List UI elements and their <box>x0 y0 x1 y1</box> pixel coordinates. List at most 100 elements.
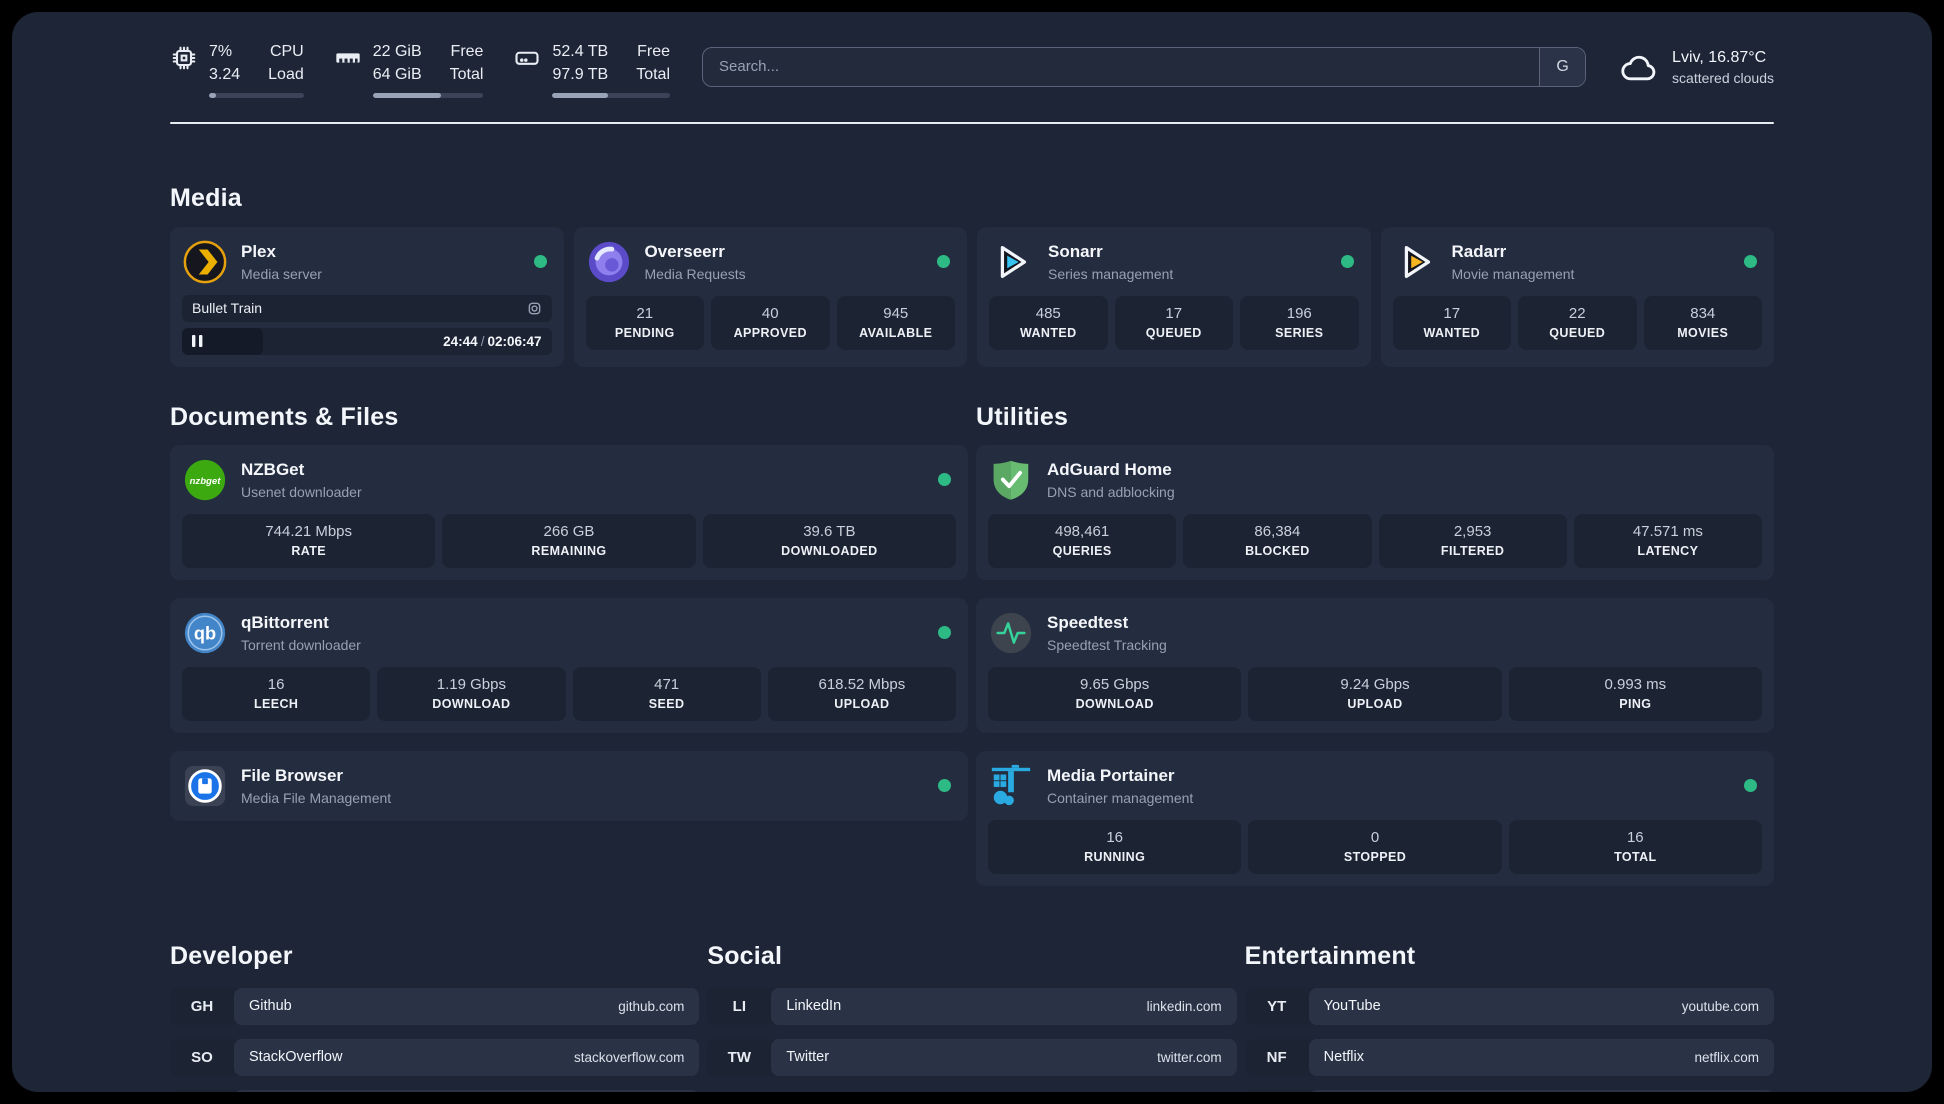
system-stats: 7% 3.24 CPU Load 22 GiB 64 GiB Free Tota… <box>170 42 670 98</box>
netflix-abbr-icon: NF <box>1266 1048 1287 1066</box>
youtube-abbr-icon: YT <box>1267 997 1287 1015</box>
link-linkedin[interactable]: LI LinkedIn linkedin.com <box>707 987 1237 1025</box>
pause-icon <box>192 335 203 348</box>
search-bar: G <box>702 46 1587 87</box>
section-title-social: Social <box>707 941 783 970</box>
stat-tile-blocked: 86,384 BLOCKED <box>1183 513 1372 568</box>
app-description: Container management <box>1047 789 1194 806</box>
overseerr-icon <box>588 241 629 282</box>
adguard-icon <box>993 460 1029 500</box>
memory-stat: 22 GiB 64 GiB Free Total <box>334 42 484 98</box>
status-dot <box>1340 255 1354 269</box>
memory-free-label: Free <box>450 43 484 60</box>
status-dot <box>938 626 951 640</box>
stat-tile-queued: 17 QUEUED <box>1114 295 1233 350</box>
stat-tile-download: 9.65 Gbps DOWNLOAD <box>988 666 1242 721</box>
svg-text:qb: qb <box>194 623 216 643</box>
filebrowser-card[interactable]: File Browser Media File Management <box>170 750 968 821</box>
stackoverflow-abbr-icon: SO <box>191 1048 213 1066</box>
status-dot <box>938 473 951 487</box>
app-description: DNS and adblocking <box>1047 483 1175 500</box>
link-github[interactable]: GH Github github.com <box>170 987 700 1025</box>
weather-widget[interactable]: Lviv, 16.87°C scattered clouds <box>1618 48 1774 88</box>
sonarr-card[interactable]: Sonarr Series management 485 WANTED 17 QUE… <box>977 226 1371 367</box>
link-reddit[interactable]: RE Reddit reddit.com <box>1244 1089 1774 1092</box>
speedtest-card[interactable]: Speedtest Speedtest Tracking 9.65 Gbps DO… <box>976 597 1774 733</box>
disk-stat: 52.4 TB 97.9 TB Free Total <box>513 42 670 98</box>
cpu-load-label: Load <box>268 65 304 83</box>
stat-tile-leech: 16 LEECH <box>182 666 371 721</box>
portainer-card[interactable]: Media Portainer Container management 16 R… <box>976 750 1774 886</box>
status-dot <box>533 255 547 269</box>
link-dev-to[interactable]: DT DEV dev.to <box>170 1089 700 1092</box>
app-description: Media server <box>241 265 322 282</box>
stat-tile-ping: 0.993 ms PING <box>1508 666 1762 721</box>
app-description: Media Requests <box>644 265 746 282</box>
search-input[interactable] <box>703 47 1540 86</box>
dashboard: 7% 3.24 CPU Load 22 GiB 64 GiB Free Tota… <box>12 12 1932 1092</box>
stat-tile-latency: 47.571 ms LATENCY <box>1573 513 1762 568</box>
app-description: Speedtest Tracking <box>1047 636 1167 653</box>
stat-tile-available: 945 AVAILABLE <box>836 295 955 350</box>
app-description: Series management <box>1048 265 1174 282</box>
memory-icon <box>336 53 360 63</box>
app-description: Torrent downloader <box>241 636 361 653</box>
portainer-icon <box>991 764 1031 805</box>
disk-total-label: Total <box>636 65 670 83</box>
stat-tile-series: 196 SERIES <box>1240 295 1359 350</box>
link-twitter[interactable]: TW Twitter twitter.com <box>707 1038 1237 1076</box>
weather-condition: scattered clouds <box>1672 70 1774 87</box>
stat-tile-filtered: 2,953 FILTERED <box>1378 513 1567 568</box>
adguard-card[interactable]: AdGuard Home DNS and adblocking 498,461 Q… <box>976 444 1774 580</box>
disk-total-value: 97.9 TB <box>552 65 609 83</box>
entertainment-section: Entertainment YT YouTube youtube.com NF … <box>1244 942 1774 1092</box>
cpu-stat: 7% 3.24 CPU Load <box>170 42 304 98</box>
search-engine-button[interactable]: G <box>1539 47 1586 86</box>
reddit-abbr-icon: RE <box>1245 1090 1309 1092</box>
cpu-usage-value: 7% <box>209 43 233 60</box>
stat-tile-wanted: 17 WANTED <box>1392 295 1511 350</box>
qbittorrent-icon: qb <box>184 612 226 653</box>
stat-tile-wanted: 485 WANTED <box>989 295 1108 350</box>
link-youtube[interactable]: YT YouTube youtube.com <box>1244 987 1774 1025</box>
header-divider <box>170 121 1774 124</box>
stat-tile-running: 16 RUNNING <box>988 819 1242 874</box>
app-name: Sonarr <box>1048 241 1103 261</box>
radarr-card[interactable]: Radarr Movie management 17 WANTED 22 QUEUE… <box>1380 226 1774 367</box>
settings-icon[interactable] <box>527 301 542 316</box>
stat-tile-pending: 21 PENDING <box>585 295 704 350</box>
twitter-abbr-icon: TW <box>727 1048 751 1066</box>
app-name: File Browser <box>241 765 344 785</box>
app-name: Radarr <box>1451 241 1507 261</box>
section-title-utilities: Utilities <box>976 402 1069 431</box>
top-bar: 7% 3.24 CPU Load 22 GiB 64 GiB Free Tota… <box>12 12 1932 98</box>
developer-section: Developer GH Github github.com SO StackO… <box>170 942 700 1092</box>
overseerr-card[interactable]: Overseerr Media Requests 21 PENDING 40 APP… <box>573 226 967 367</box>
sonarr-icon <box>1000 245 1027 278</box>
disk-icon <box>515 51 540 65</box>
playback-progress-bar[interactable]: 24:44/02:06:47 <box>182 327 552 355</box>
stat-tile-download: 1.19 Gbps DOWNLOAD <box>377 666 566 721</box>
playback-time: 24:44/02:06:47 <box>443 333 542 349</box>
link-netflix[interactable]: NF Netflix netflix.com <box>1244 1038 1774 1076</box>
qbittorrent-card[interactable]: qb qBittorrent Torrent downloader 16 LEEC… <box>170 597 968 733</box>
speedtest-icon <box>990 612 1032 653</box>
disk-free-label: Free <box>637 43 670 60</box>
status-dot <box>1744 779 1757 793</box>
cloud-icon <box>1621 55 1656 81</box>
now-playing-title: Bullet Train <box>192 300 263 317</box>
radarr-icon <box>1404 245 1430 278</box>
memory-free-value: 22 GiB <box>372 43 422 60</box>
now-playing-row: Bullet Train <box>182 294 552 322</box>
stat-tile-stopped: 0 STOPPED <box>1248 819 1502 874</box>
app-description: Movie management <box>1451 265 1575 282</box>
github-abbr-icon: GH <box>190 997 214 1015</box>
nzbget-card[interactable]: nzbget NZBGet Usenet downloader 744.21 M… <box>170 444 968 580</box>
social-section: Social LI LinkedIn linkedin.com TW Twitt… <box>707 941 1237 1076</box>
plex-card[interactable]: Plex Media server Bullet Train 24:44 / 0… <box>170 226 564 367</box>
link-stackoverflow[interactable]: SO StackOverflow stackoverflow.com <box>170 1038 700 1076</box>
section-title-documents: Documents & Files <box>170 402 399 431</box>
filebrowser-icon <box>184 765 226 806</box>
app-name: Overseerr <box>644 241 725 261</box>
stat-tile-total: 16 TOTAL <box>1508 819 1762 874</box>
